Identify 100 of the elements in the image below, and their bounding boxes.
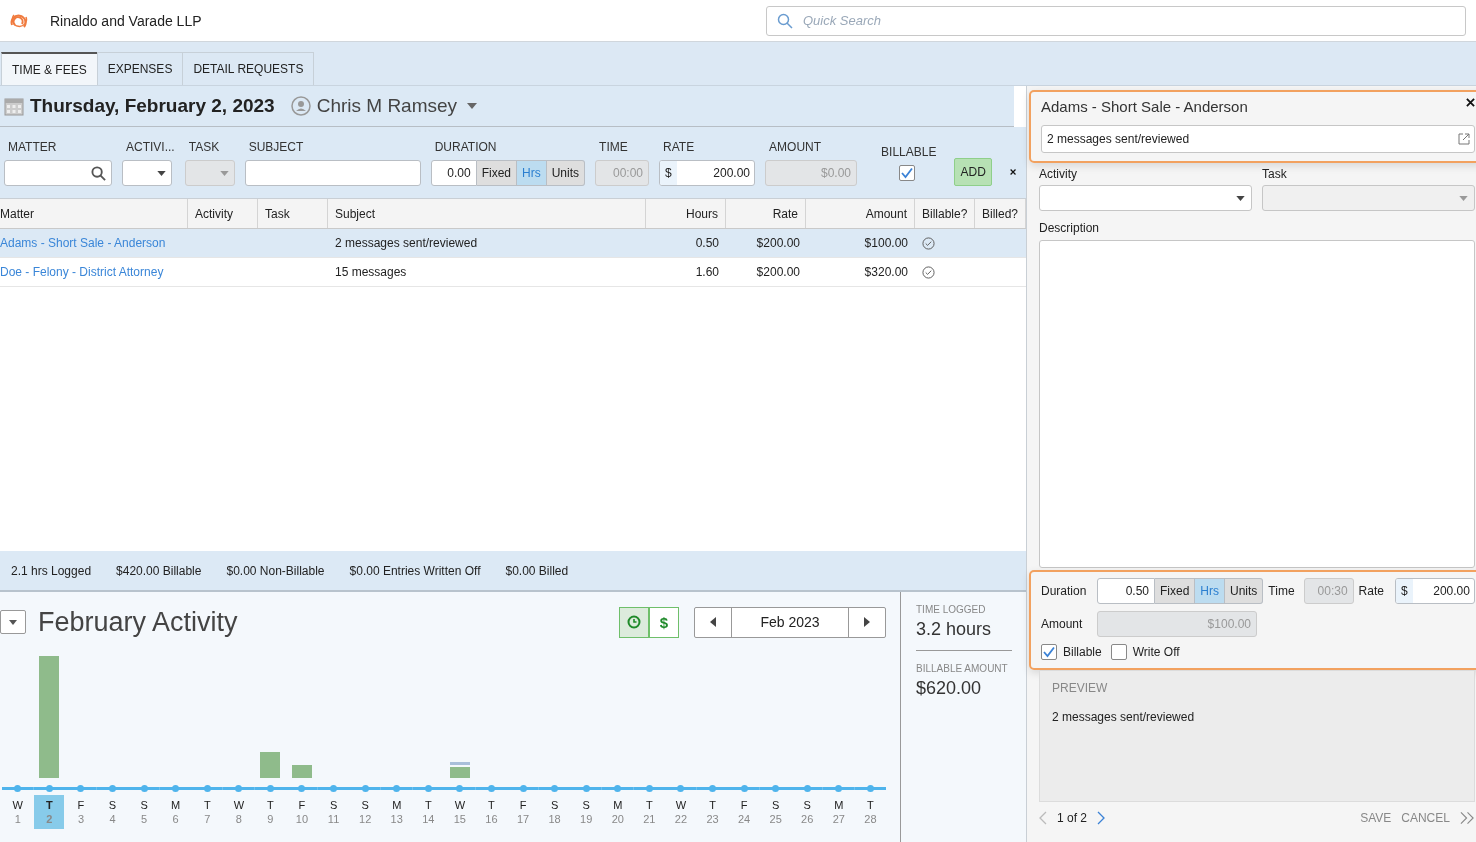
previous-icon[interactable] <box>1039 811 1047 825</box>
column-header[interactable]: Activity <box>188 199 258 228</box>
column-header[interactable]: Subject <box>328 199 646 228</box>
double-chevron-icon[interactable] <box>1459 811 1475 825</box>
tab[interactable]: DETAIL REQUESTS <box>182 52 315 85</box>
day-label[interactable]: F 17 <box>508 795 539 829</box>
column-header[interactable]: Amount <box>806 199 915 228</box>
activity-bar[interactable] <box>39 656 60 778</box>
timeline-dot <box>487 784 495 792</box>
activity-bar[interactable] <box>260 752 281 778</box>
unit-toggle[interactable]: Units <box>1225 578 1264 604</box>
unit-toggle[interactable]: Units <box>546 160 586 186</box>
day-label[interactable]: T 14 <box>413 795 444 829</box>
add-button[interactable]: ADD <box>954 158 992 186</box>
field-label: Task <box>1262 167 1288 181</box>
table-row[interactable]: Doe - Felony - District Attorney 15 messages 1.60 $200.00 $320.00 <box>0 258 1026 287</box>
column-header[interactable]: Billable? <box>915 199 975 228</box>
day-label[interactable]: T 9 <box>255 795 286 829</box>
search-icon <box>777 12 793 29</box>
table-cell: 2 messages sent/reviewed <box>335 236 478 250</box>
day-label[interactable]: S 12 <box>350 795 381 829</box>
clock-toggle[interactable] <box>619 606 649 638</box>
day-label[interactable]: F 10 <box>287 795 317 829</box>
day-label[interactable]: S 5 <box>129 795 160 829</box>
checkbox[interactable] <box>1110 644 1127 660</box>
timeline-dot <box>551 784 559 792</box>
day-label[interactable]: S 4 <box>97 795 128 829</box>
day-label[interactable]: T 21 <box>634 795 665 829</box>
duration-field[interactable]: 0.00 <box>430 160 477 186</box>
table-cell: 15 messages <box>335 265 407 279</box>
subject-field[interactable] <box>244 160 421 186</box>
day-label[interactable]: S 11 <box>318 795 349 829</box>
description-field[interactable] <box>1039 240 1475 568</box>
matter-field[interactable] <box>4 160 112 186</box>
timeline-dot <box>77 784 85 792</box>
user-selector[interactable]: Chris M Ramsey <box>316 95 478 117</box>
timeline-dot <box>203 784 211 792</box>
day-label[interactable]: W 22 <box>665 795 696 829</box>
timeline-dot <box>866 784 874 792</box>
day-label[interactable]: W 1 <box>2 795 33 829</box>
activity-dropdown[interactable] <box>1039 185 1252 211</box>
timeline-dot <box>14 784 22 792</box>
column-header[interactable]: Matter <box>0 199 188 228</box>
timeline-dot <box>172 784 180 792</box>
day-label[interactable]: W 8 <box>223 795 254 829</box>
matter-link[interactable]: Doe - Felony - District Attorney <box>0 265 164 279</box>
tab[interactable]: TIME & FEES <box>1 52 98 85</box>
unit-toggle[interactable]: Fixed <box>1155 578 1196 604</box>
close-icon[interactable] <box>1465 98 1475 107</box>
summary-stat: $420.00 Billable <box>116 563 202 578</box>
day-label[interactable]: T 23 <box>697 795 728 829</box>
day-label[interactable]: S 18 <box>539 795 570 829</box>
column-header[interactable]: Rate <box>726 199 806 228</box>
checkmark-icon <box>1043 646 1055 658</box>
checkbox-label[interactable]: Billable <box>1063 645 1102 659</box>
day-label[interactable]: M 27 <box>823 795 854 829</box>
day-label[interactable]: M 13 <box>381 795 412 829</box>
day-label[interactable]: S 25 <box>760 795 791 829</box>
activity-bar[interactable] <box>449 762 470 778</box>
billable-checkbox[interactable] <box>898 165 915 181</box>
left-triangle-icon <box>710 617 716 627</box>
column-header[interactable]: Billed? <box>975 199 1026 228</box>
day-label[interactable]: M 6 <box>160 795 191 829</box>
dropdown-button[interactable] <box>0 610 26 634</box>
checkbox[interactable] <box>1041 644 1057 660</box>
duration-field[interactable]: 0.50 <box>1097 578 1155 604</box>
table-row[interactable]: Adams - Short Sale - Anderson 2 messages sent/reviewed 0.50 $200.00 $100.00 <box>0 229 1026 258</box>
rate-field[interactable]: $ 200.00 <box>1394 578 1475 604</box>
day-label[interactable]: T 2 <box>34 795 65 829</box>
calendar-icon <box>4 96 24 116</box>
external-link-icon[interactable] <box>1457 133 1470 145</box>
day-label[interactable]: T 7 <box>192 795 223 829</box>
search-icon[interactable] <box>91 165 106 181</box>
day-label[interactable]: S 26 <box>792 795 823 829</box>
field-label: RATE <box>662 140 696 154</box>
day-label[interactable]: F 3 <box>65 795 96 829</box>
close-icon[interactable] <box>1009 167 1016 177</box>
subject-field[interactable]: 2 messages sent/reviewed <box>1041 125 1475 153</box>
column-header[interactable]: Task <box>258 199 328 228</box>
amount-toggle[interactable]: $ <box>649 606 679 638</box>
day-label[interactable]: M 20 <box>602 795 633 829</box>
day-label[interactable]: T 28 <box>855 795 886 829</box>
field-label: TIME <box>598 140 629 154</box>
day-label[interactable]: T 16 <box>476 795 507 829</box>
summary-stat: 2.1 hrs Logged <box>11 563 92 578</box>
rate-field[interactable]: $ 200.00 <box>659 160 756 186</box>
column-header[interactable]: Hours <box>646 199 726 228</box>
unit-toggle[interactable]: Fixed <box>476 160 518 186</box>
activity-bar[interactable] <box>292 764 312 778</box>
day-label[interactable]: S 19 <box>571 795 602 829</box>
caret-icon <box>157 170 166 176</box>
activity-dropdown[interactable] <box>122 160 172 186</box>
next-icon[interactable] <box>1097 811 1106 825</box>
timeline-dot <box>677 784 685 792</box>
day-label[interactable]: F 24 <box>729 795 760 829</box>
checkbox-label[interactable]: Write Off <box>1132 645 1180 659</box>
table-cell: 1.60 <box>695 265 719 279</box>
day-label[interactable]: W 15 <box>444 795 475 829</box>
table-cell: $200.00 <box>756 236 800 250</box>
search-field[interactable]: Quick Search <box>766 5 1466 36</box>
